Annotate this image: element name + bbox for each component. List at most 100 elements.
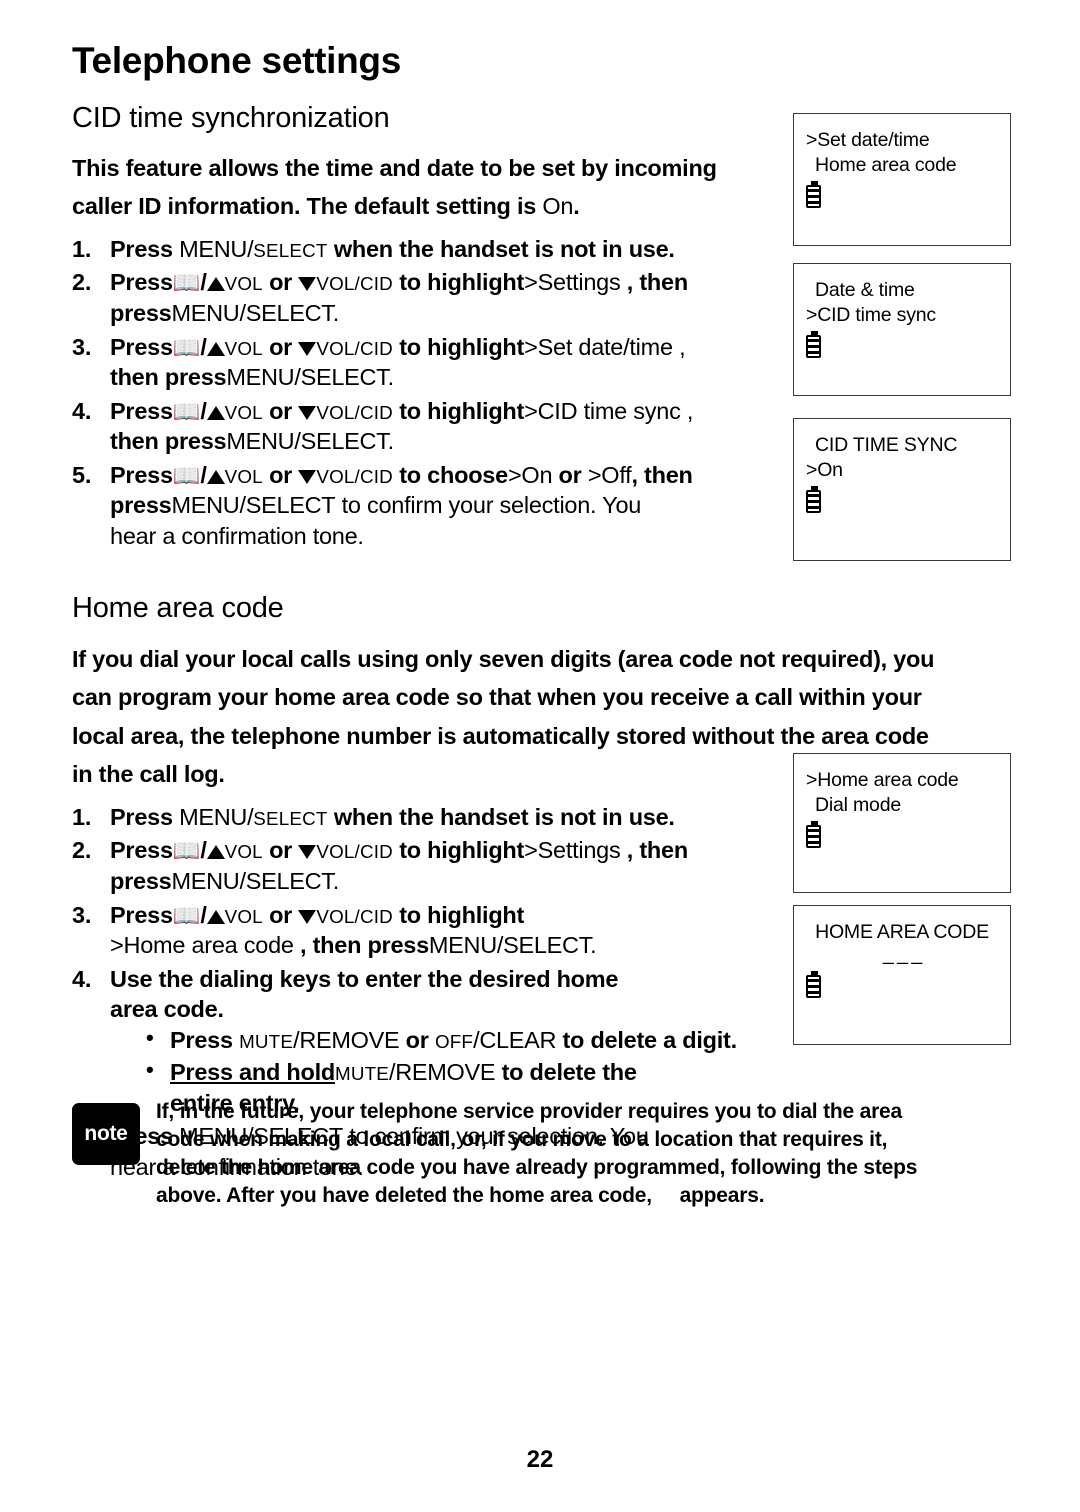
note-line-4: above. After you have deleted the home a… <box>156 1182 917 1210</box>
lcd-line-2: >On <box>806 458 843 481</box>
lcd-home-area-code-menu: >Home area code Dial mode <box>793 753 1011 893</box>
press-word-lc: press <box>110 867 172 894</box>
triangle-down-icon <box>298 469 317 484</box>
page-title: Telephone settings <box>72 40 402 81</box>
triangle-down-icon <box>298 909 317 924</box>
or-word: or <box>269 461 293 488</box>
triangle-down-icon <box>298 277 317 292</box>
lcd-line-1: Date & time <box>815 279 915 301</box>
press-word: Press <box>110 901 173 928</box>
note-line-4-text: above. After you have deleted the home a… <box>156 1183 652 1207</box>
hac-step-1-number: 1. <box>72 803 92 830</box>
cid-intro-line-2-period: . <box>573 193 580 220</box>
comma-then-3: , then <box>626 837 688 864</box>
phonebook-icon: 📖 <box>172 398 201 424</box>
menu-key: MENU <box>226 364 295 391</box>
cid-step-5-number: 5. <box>72 461 92 488</box>
press-word: Press <box>110 397 173 424</box>
triangle-down-icon <box>298 341 317 356</box>
menu-key: MENU <box>171 867 240 894</box>
vol-key: VOL <box>224 337 263 359</box>
phonebook-icon: 📖 <box>172 334 201 360</box>
or-word: or <box>558 461 582 488</box>
or-word: or <box>405 1026 429 1053</box>
when-not-in-use-text: when the handset is not in use. <box>333 235 675 262</box>
battery-icon <box>806 970 821 998</box>
menu-value-settings: >Settings <box>524 837 621 864</box>
then-press-text: then press <box>312 932 430 959</box>
off-key: OFF <box>434 1030 474 1052</box>
period-4: . <box>332 867 340 894</box>
menu-value-home-area-code: >Home area code <box>110 932 294 959</box>
cid-key: CID <box>359 337 393 359</box>
select-key-caps: SELECT <box>245 299 333 326</box>
menu-value-settings: >Settings <box>524 269 621 296</box>
vol-key: VOL <box>224 273 263 295</box>
press-word: Press <box>110 235 173 262</box>
triangle-down-icon <box>298 405 317 420</box>
vol-key: VOL <box>316 465 355 487</box>
clear-key: CLEAR <box>479 1026 557 1053</box>
cid-intro-line-2-text: caller ID information. The default setti… <box>72 193 543 220</box>
press-and-hold-text: Press and hold <box>170 1059 335 1086</box>
to-highlight-text: to highlight <box>399 397 525 424</box>
battery-icon <box>806 485 821 513</box>
press-word: Press <box>110 269 173 296</box>
hac-intro-line-2: can program your home area code so that … <box>72 684 922 711</box>
section-heading-home-area-code: Home area code <box>72 592 284 625</box>
select-key-caps: SELECT <box>245 492 336 519</box>
select-key: SELECT <box>253 239 328 261</box>
period-3: . <box>387 428 395 455</box>
phonebook-icon: 📖 <box>172 838 201 864</box>
lcd-date-and-time: Date & time >CID time sync <box>793 263 1011 396</box>
cid-key: CID <box>359 841 393 863</box>
cid-key: CID <box>359 465 393 487</box>
lcd-cid-time-sync: CID TIME SYNC >On <box>793 418 1011 561</box>
triangle-up-icon <box>206 277 225 292</box>
hac-intro-line-3: local area, the telephone number is auto… <box>72 722 929 749</box>
press-word: Press <box>170 1026 233 1053</box>
select-key-caps: SELECT <box>300 364 388 391</box>
press-word: Press <box>110 803 173 830</box>
confirm-text-1: to confirm your selection. You <box>341 492 642 519</box>
or-word: or <box>269 333 293 360</box>
cid-key: CID <box>359 905 393 927</box>
comma-2: , <box>686 397 694 424</box>
cid-step-2-number: 2. <box>72 269 92 296</box>
or-word: or <box>269 901 293 928</box>
comma-1: , <box>679 333 686 360</box>
when-not-in-use-text: when the handset is not in use. <box>333 803 675 830</box>
lcd-set-date-time: >Set date/time Home area code <box>793 113 1011 246</box>
phonebook-icon: 📖 <box>172 462 201 488</box>
press-word-lc: press <box>110 492 172 519</box>
cid-step-4-number: 4. <box>72 397 92 424</box>
lcd-line-1: >Home area code <box>806 769 959 791</box>
menu-key: MENU <box>226 428 295 455</box>
note-badge: note <box>72 1103 140 1165</box>
press-word: Press <box>110 837 173 864</box>
vol-key: VOL <box>224 905 263 927</box>
note-line-3: delete the home area code you have alrea… <box>156 1155 918 1179</box>
menu-key: MENU <box>171 299 240 326</box>
select-key-caps: SELECT <box>503 932 591 959</box>
menu-key: MENU <box>179 235 248 262</box>
or-word: or <box>269 269 293 296</box>
battery-icon <box>806 330 821 358</box>
delete-entry-text-1: to delete the <box>501 1059 637 1086</box>
menu-value-cid-time-sync: >CID time sync <box>524 397 681 424</box>
comma-then-2: , then <box>631 461 693 488</box>
note-line-2: code when making a local call, or, if yo… <box>156 1127 888 1151</box>
phonebook-icon: 📖 <box>172 902 201 928</box>
to-highlight-text: to highlight <box>399 269 525 296</box>
vol-key: VOL <box>316 273 355 295</box>
hac-bullet-2-line-1: Press and holdMUTE/REMOVE to delete the <box>170 1057 1080 1088</box>
hac-step-2-number: 2. <box>72 837 92 864</box>
remove-key: REMOVE <box>299 1026 400 1053</box>
note-line-4-tail: appears. <box>679 1183 765 1207</box>
vol-key: VOL <box>316 401 355 423</box>
period-2: . <box>387 364 395 391</box>
vol-key: VOL <box>224 401 263 423</box>
period-5: . <box>590 932 597 959</box>
cid-key: CID <box>359 273 393 295</box>
triangle-up-icon <box>206 845 225 860</box>
